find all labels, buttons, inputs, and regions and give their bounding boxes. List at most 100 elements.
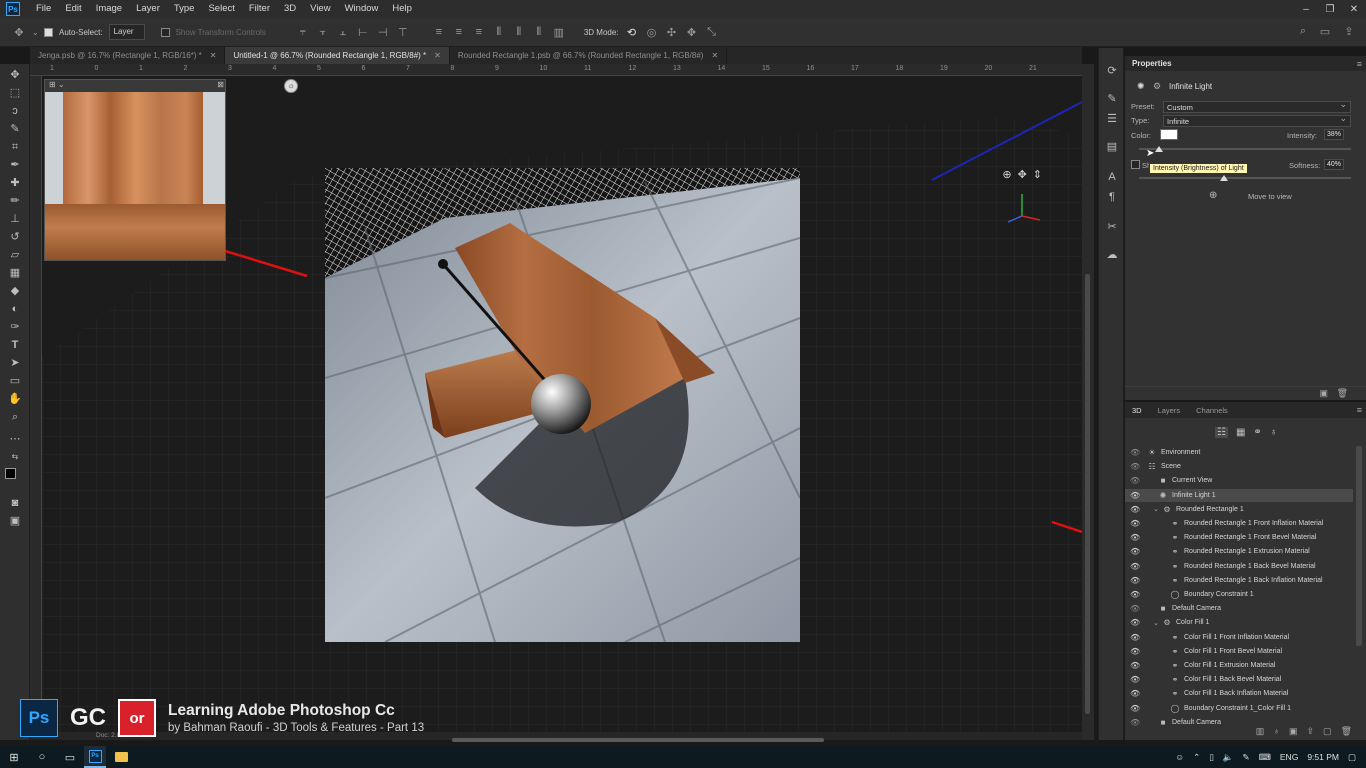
language-indicator[interactable]: ENG	[1280, 752, 1298, 762]
distribute-bottom-icon[interactable]: ≡	[472, 26, 486, 38]
workspace-icon[interactable]: ▭	[1318, 25, 1332, 38]
visibility-eye-icon[interactable]: 👁	[1130, 604, 1140, 613]
scene-tree-row[interactable]: 👁 ◯ Boundary Constraint 1_Color Fill 1	[1125, 702, 1353, 715]
eyedropper-tool-icon[interactable]: ✒	[7, 158, 23, 172]
scale-3d-icon[interactable]: ⤡	[705, 26, 719, 39]
menu-filter[interactable]: Filter	[242, 0, 277, 18]
pan-widget-icon[interactable]: ✥	[1018, 168, 1027, 181]
scene-tree-row[interactable]: 👁 ⚭ Color Fill 1 Front Bevel Material	[1125, 645, 1353, 658]
whole-scene-filter-icon[interactable]: ☷	[1215, 427, 1228, 438]
menu-select[interactable]: Select	[201, 0, 241, 18]
close-tab-icon[interactable]: ✕	[711, 51, 718, 60]
distribute-left-icon[interactable]: ⦀	[492, 26, 506, 39]
close-view-icon[interactable]: ⊠	[217, 80, 224, 89]
visibility-eye-icon[interactable]: 👁	[1130, 576, 1140, 585]
intensity-slider[interactable]	[1139, 148, 1351, 150]
scene-tree-row[interactable]: 👁 ⌄ ⚙ Color Fill 1	[1125, 616, 1353, 629]
history-panel-icon[interactable]: ⟳	[1105, 64, 1119, 78]
tab-layers[interactable]: Layers	[1158, 406, 1181, 415]
lights-filter-icon[interactable]: ♁	[1270, 427, 1278, 438]
canvas-area[interactable]: ⊞ ⌄ ⊠ ☼ ⊕ ✥ ⇕	[42, 76, 1082, 732]
lasso-tool-icon[interactable]: ↄ	[7, 104, 23, 118]
visibility-eye-icon[interactable]: 👁	[1130, 519, 1140, 528]
marquee-tool-icon[interactable]: ⬚	[7, 86, 23, 100]
slide-3d-icon[interactable]: ✥	[685, 26, 699, 39]
visibility-eye-icon[interactable]: 👁	[1130, 661, 1140, 670]
tool-presets-panel-icon[interactable]: ✂	[1105, 220, 1119, 234]
menu-edit[interactable]: Edit	[58, 0, 88, 18]
visibility-eye-icon[interactable]: 👁	[1130, 491, 1140, 500]
distribute-right-icon[interactable]: ⦀	[532, 26, 546, 39]
clone-stamp-tool-icon[interactable]: ⊥	[7, 212, 23, 226]
align-hcenter-icon[interactable]: ⊣	[376, 26, 390, 39]
auto-align-icon[interactable]: ▥	[552, 26, 566, 39]
preset-dropdown[interactable]: Custom	[1163, 99, 1351, 113]
scene-tree-row[interactable]: 👁 ⚭ Rounded Rectangle 1 Back Inflation Mat…	[1125, 574, 1353, 587]
scene-tree-row[interactable]: 👁 ⚭ Rounded Rectangle 1 Extrusion Material	[1125, 545, 1353, 558]
brush-tool-icon[interactable]: ✏	[7, 194, 23, 208]
visibility-eye-icon[interactable]: 👁	[1130, 562, 1140, 571]
distribute-vcenter-icon[interactable]: ≡	[452, 26, 466, 38]
pen-tool-icon[interactable]: ✑	[7, 320, 23, 334]
visibility-eye-icon[interactable]: 👁	[1130, 590, 1140, 599]
export-icon[interactable]: ⇪	[1307, 726, 1315, 737]
vertical-scroll-thumb[interactable]	[1085, 274, 1090, 714]
visibility-eye-icon[interactable]: 👁	[1130, 718, 1140, 727]
3d-panel-scrollbar[interactable]	[1356, 446, 1362, 646]
visibility-eye-icon[interactable]: 👁	[1130, 689, 1140, 698]
minimize-button[interactable]: –	[1294, 0, 1318, 18]
taskbar-photoshop[interactable]: Ps	[84, 746, 106, 768]
auto-select-checkbox[interactable]	[44, 27, 53, 37]
menu-type[interactable]: Type	[167, 0, 202, 18]
more-tools-icon[interactable]: ⋯	[7, 432, 23, 446]
new-icon[interactable]: ▢	[1323, 726, 1332, 737]
notifications-icon[interactable]: ▢	[1348, 752, 1356, 763]
zoom-tool-icon[interactable]: ⌕	[7, 410, 23, 424]
align-bottom-icon[interactable]: ⫠	[336, 26, 350, 39]
expand-chevron-icon[interactable]: ⌄	[1153, 619, 1161, 627]
align-left-icon[interactable]: ⊢	[356, 26, 370, 39]
document-tab[interactable]: Jenga.psb @ 16.7% (Rectangle 1, RGB/16*)…	[30, 47, 226, 64]
close-button[interactable]: ✕	[1342, 0, 1366, 18]
show-transform-controls-checkbox[interactable]	[160, 27, 170, 37]
menu-3d[interactable]: 3D	[277, 0, 303, 18]
document-tab[interactable]: Untitled-1 @ 66.7% (Rounded Rectangle 1,…	[225, 47, 450, 64]
people-icon[interactable]: ☺	[1175, 752, 1184, 762]
scene-tree-row[interactable]: 👁 ☀ Environment	[1125, 446, 1353, 459]
scene-tree-row[interactable]: 👁 ⚭ Color Fill 1 Front Inflation Material	[1125, 631, 1353, 644]
menu-image[interactable]: Image	[89, 0, 129, 18]
chevron-down-icon[interactable]: ⌄	[32, 28, 39, 37]
auto-select-dropdown[interactable]: Layer	[108, 24, 145, 40]
adjustments-panel-icon[interactable]: ☰	[1105, 112, 1119, 126]
new-mesh-icon[interactable]: ▣	[1289, 726, 1298, 737]
hand-tool-icon[interactable]: ✋	[7, 392, 23, 406]
softness-slider-knob[interactable]	[1219, 175, 1228, 181]
swatches-panel-icon[interactable]: ▤	[1105, 140, 1119, 154]
meshes-filter-icon[interactable]: ▦	[1236, 427, 1245, 438]
path-select-tool-icon[interactable]: ➤	[7, 356, 23, 370]
visibility-eye-icon[interactable]: 👁	[1130, 704, 1140, 713]
scene-tree-row[interactable]: 👁 ⚭ Color Fill 1 Back Bevel Material	[1125, 673, 1353, 686]
crop-tool-icon[interactable]: ⌗	[7, 140, 23, 154]
foreground-color-swatch[interactable]	[5, 468, 16, 479]
roll-3d-icon[interactable]: ◎	[645, 26, 659, 39]
delete-icon[interactable]: 🗑	[1337, 388, 1348, 399]
visibility-eye-icon[interactable]: 👁	[1130, 505, 1140, 514]
view-menu-icon[interactable]: ⊞ ⌄	[49, 80, 65, 89]
volume-icon[interactable]: 🔈	[1223, 752, 1234, 763]
type-tool-icon[interactable]: T	[7, 338, 23, 352]
tab-channels[interactable]: Channels	[1196, 406, 1228, 415]
scene-tree-row[interactable]: 👁 ⌄ ⚙ Rounded Rectangle 1	[1125, 503, 1353, 516]
shadow-checkbox[interactable]	[1131, 160, 1140, 169]
libraries-panel-icon[interactable]: ☁	[1105, 248, 1119, 262]
quick-mask-icon[interactable]: ◙	[7, 496, 23, 510]
align-right-icon[interactable]: ⊤	[396, 26, 410, 39]
orbit-widget-icon[interactable]: ⊕	[1002, 168, 1011, 181]
distribute-hcenter-icon[interactable]: ⦀	[512, 26, 526, 39]
menu-help[interactable]: Help	[385, 0, 419, 18]
menu-layer[interactable]: Layer	[129, 0, 167, 18]
scene-tree-row[interactable]: 👁 ⚭ Color Fill 1 Back Inflation Material	[1125, 687, 1353, 700]
light-add-icon[interactable]: ♁	[1273, 726, 1280, 737]
screen-mode-icon[interactable]: ▣	[7, 514, 23, 528]
clock[interactable]: 9:51 PM	[1307, 752, 1339, 762]
